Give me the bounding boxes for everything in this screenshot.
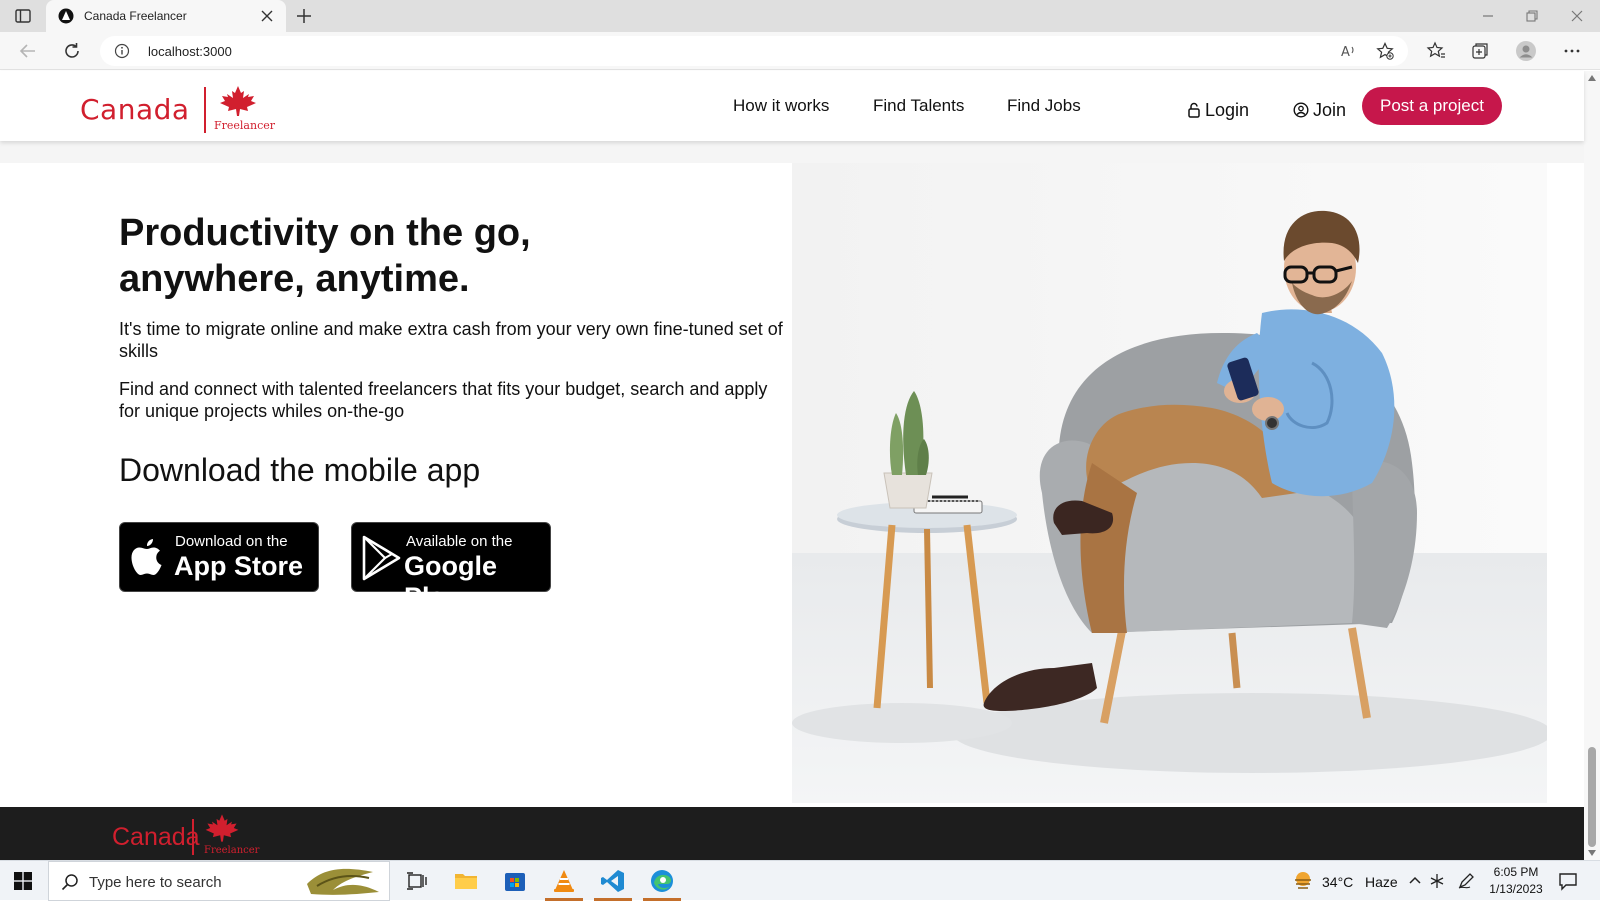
footer-logo-subtitle: Freelancer xyxy=(204,845,260,856)
file-explorer-icon[interactable] xyxy=(453,869,479,893)
user-circle-icon xyxy=(1293,102,1309,118)
google-play-logo-icon xyxy=(362,535,401,581)
nav-find-talents[interactable]: Find Talents xyxy=(873,96,964,116)
site-info-icon[interactable] xyxy=(114,43,130,59)
url-text: localhost:3000 xyxy=(148,44,232,59)
site-favicon-icon xyxy=(58,8,74,24)
scroll-thumb[interactable] xyxy=(1588,747,1596,847)
vscode-icon[interactable] xyxy=(600,869,626,893)
footer-maple-leaf-icon xyxy=(205,814,239,842)
search-highlight-art-icon xyxy=(307,868,379,895)
microsoft-store-icon[interactable] xyxy=(502,869,528,893)
show-hidden-icons-chevron-icon[interactable] xyxy=(1406,872,1424,890)
weather-haze-icon xyxy=(1295,872,1311,889)
hero-title-line1: Productivity on the go, xyxy=(119,212,531,254)
back-icon[interactable] xyxy=(17,40,39,62)
favorites-icon[interactable] xyxy=(1426,41,1446,61)
page-scrollbar[interactable] xyxy=(1584,71,1600,860)
section-divider xyxy=(0,141,1584,163)
tab-title: Canada Freelancer xyxy=(84,9,187,23)
svg-text:A: A xyxy=(1341,45,1350,60)
hero-illustration xyxy=(792,163,1547,803)
scroll-up-arrow-icon[interactable] xyxy=(1588,75,1596,81)
weather-temperature: 34°C xyxy=(1322,874,1354,890)
app-store-button[interactable]: Download on the App Store xyxy=(119,522,319,592)
taskbar-search-box[interactable]: Type here to search xyxy=(48,861,390,901)
google-play-big-text: Google Play xyxy=(404,551,497,612)
hero-paragraph-2: Find and connect with talented freelance… xyxy=(119,379,768,421)
address-toolbar: localhost:3000 A xyxy=(0,32,1600,70)
minimize-icon[interactable] xyxy=(1478,6,1498,26)
refresh-icon[interactable] xyxy=(61,40,83,62)
weather-description: Haze xyxy=(1364,874,1398,890)
logo-divider xyxy=(204,87,206,133)
taskbar-clock[interactable]: 6:05 PM 1/13/2023 xyxy=(1486,864,1546,898)
more-menu-icon[interactable] xyxy=(1562,41,1582,61)
logo-wordmark: Canada xyxy=(80,93,190,126)
maple-leaf-icon xyxy=(220,86,256,116)
footer-logo-divider xyxy=(192,819,194,855)
restore-icon[interactable] xyxy=(1522,6,1542,26)
profile-avatar-icon[interactable] xyxy=(1516,41,1536,61)
login-link[interactable]: Login xyxy=(1187,100,1249,121)
close-tab-icon[interactable] xyxy=(260,9,274,23)
tab-actions-icon[interactable] xyxy=(14,7,32,25)
pen-workspace-icon[interactable] xyxy=(1457,872,1475,890)
add-favorite-icon[interactable] xyxy=(1376,42,1394,60)
network-icon[interactable] xyxy=(1428,872,1446,890)
logo-subtitle: Freelancer xyxy=(214,119,275,132)
footer-logo[interactable]: Canada Freelancer xyxy=(112,811,259,857)
post-project-button[interactable]: Post a project xyxy=(1362,87,1502,125)
search-icon xyxy=(61,874,78,891)
lock-icon xyxy=(1188,102,1200,118)
download-app-title: Download the mobile app xyxy=(119,452,481,488)
site-logo[interactable]: Canada Freelancer xyxy=(80,85,280,133)
weather-readout: 34°C Haze xyxy=(1322,874,1398,890)
apple-logo-icon xyxy=(131,539,162,575)
join-label: Join xyxy=(1313,100,1347,120)
site-footer: Canada Freelancer xyxy=(0,807,1584,860)
nav-how-it-works[interactable]: How it works xyxy=(733,96,829,116)
notifications-icon[interactable] xyxy=(1558,871,1578,891)
collections-icon[interactable] xyxy=(1470,41,1490,61)
windows-start-icon[interactable] xyxy=(14,872,32,890)
windows-taskbar: Type here to search 34°C Haze 6:05 PM 1/… xyxy=(0,860,1600,901)
new-tab-icon[interactable] xyxy=(294,6,314,26)
join-link[interactable]: Join xyxy=(1293,100,1346,121)
hero-title-line2: anywhere, anytime. xyxy=(119,258,470,300)
clock-date: 1/13/2023 xyxy=(1489,882,1543,896)
login-label: Login xyxy=(1205,100,1250,120)
browser-tab-active[interactable]: Canada Freelancer xyxy=(46,0,286,32)
browser-tab-bar: Canada Freelancer xyxy=(0,0,1600,32)
clock-time: 6:05 PM xyxy=(1493,865,1539,879)
scroll-down-arrow-icon[interactable] xyxy=(1588,850,1596,856)
hero-title: Productivity on the go, anywhere, anytim… xyxy=(119,210,719,302)
task-view-icon[interactable] xyxy=(404,869,430,893)
google-play-button[interactable]: Available on the Google Play xyxy=(351,522,551,612)
address-bar[interactable]: localhost:3000 A xyxy=(100,36,1408,66)
vlc-player-icon[interactable] xyxy=(551,869,577,893)
app-store-small-text: Download on the xyxy=(175,533,288,550)
google-play-small-text: Available on the xyxy=(406,533,513,550)
nav-find-jobs[interactable]: Find Jobs xyxy=(1007,96,1081,116)
app-store-big-text: App Store xyxy=(174,551,304,581)
taskbar-search-placeholder: Type here to search xyxy=(89,874,222,891)
footer-logo-wordmark: Canada xyxy=(112,823,200,851)
site-header: Canada Freelancer How it works Find Tale… xyxy=(0,71,1584,141)
close-window-icon[interactable] xyxy=(1567,6,1587,26)
read-aloud-icon[interactable]: A xyxy=(1340,42,1358,60)
edge-browser-icon[interactable] xyxy=(649,869,675,893)
hero-paragraph-1: It's time to migrate online and make ext… xyxy=(119,319,783,361)
